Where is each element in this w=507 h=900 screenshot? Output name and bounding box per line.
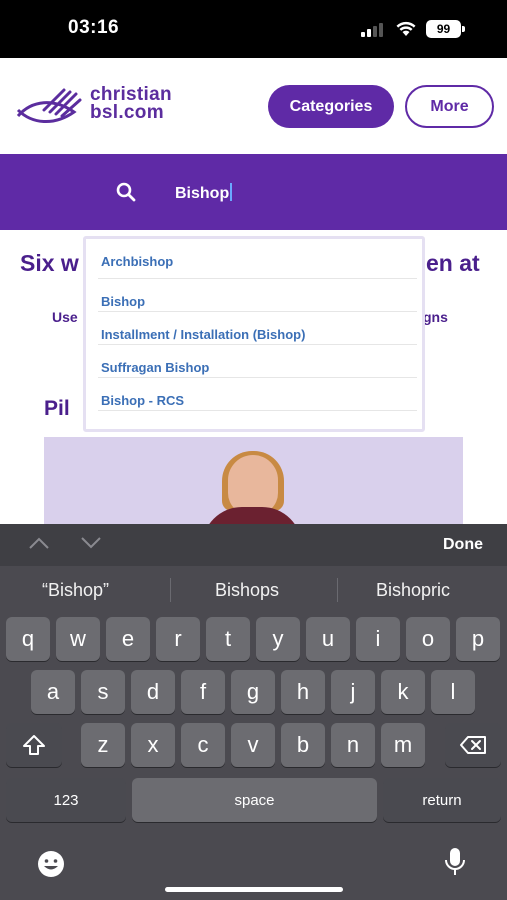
predictive-text-bar: “Bishop” Bishops Bishopric <box>0 566 507 616</box>
section-heading-fragment: Pil <box>44 397 70 420</box>
key[interactable]: a <box>31 670 75 714</box>
signer-face <box>228 455 278 515</box>
prediction-item[interactable]: Bishopric <box>376 580 450 601</box>
page-subtitle-fragment-end: gns <box>423 309 448 325</box>
key[interactable]: j <box>331 670 375 714</box>
key[interactable]: y <box>256 617 300 661</box>
sign-video-thumbnail[interactable] <box>44 437 463 537</box>
battery-tip <box>462 26 465 32</box>
key[interactable]: r <box>156 617 200 661</box>
logo-text-line2: bsl.com <box>90 102 164 123</box>
more-button[interactable]: More <box>405 85 494 128</box>
suggestion-item[interactable]: Bishop <box>98 279 417 312</box>
shift-arrow-icon <box>23 735 45 755</box>
home-indicator[interactable] <box>165 887 343 892</box>
suggestion-item[interactable]: Archbishop <box>98 239 417 279</box>
return-key[interactable]: return <box>383 778 501 822</box>
key[interactable]: m <box>381 723 425 767</box>
microphone-icon[interactable] <box>444 846 466 878</box>
chevron-down-icon[interactable] <box>80 536 102 550</box>
emoji-icon[interactable] <box>36 849 66 879</box>
key[interactable]: c <box>181 723 225 767</box>
prediction-divider <box>170 578 171 602</box>
key[interactable]: o <box>406 617 450 661</box>
site-logo[interactable]: christian bsl.com <box>14 85 184 130</box>
suggestion-item[interactable]: Suffragan Bishop <box>98 345 417 378</box>
search-input-text: Bishop <box>175 185 230 202</box>
key[interactable]: n <box>331 723 375 767</box>
key[interactable]: d <box>131 670 175 714</box>
wifi-icon <box>396 21 416 36</box>
numbers-key[interactable]: 123 <box>6 778 126 822</box>
onscreen-keyboard: Done “Bishop” Bishops Bishopric q w e r … <box>0 524 507 900</box>
cellular-signal-icon <box>361 23 387 37</box>
suggestion-item[interactable]: Installment / Installation (Bishop) <box>98 312 417 345</box>
key[interactable]: g <box>231 670 275 714</box>
key[interactable]: e <box>106 617 150 661</box>
shift-key[interactable] <box>6 723 62 767</box>
page-subtitle-fragment: Use <box>52 309 78 325</box>
key[interactable]: t <box>206 617 250 661</box>
page-title-fragment-end: en at <box>426 250 480 276</box>
search-input[interactable]: Bishop <box>175 183 233 203</box>
key[interactable]: w <box>56 617 100 661</box>
status-bar: 03:16 99 <box>0 0 507 58</box>
search-bar: Bishop <box>0 154 507 230</box>
key[interactable]: z <box>81 723 125 767</box>
key[interactable]: s <box>81 670 125 714</box>
key[interactable]: h <box>281 670 325 714</box>
space-key[interactable]: space <box>132 778 377 822</box>
categories-button[interactable]: Categories <box>268 85 394 128</box>
key[interactable]: v <box>231 723 275 767</box>
done-button[interactable]: Done <box>443 536 483 554</box>
backspace-icon <box>460 736 486 754</box>
keyboard-toolbar: Done <box>0 524 507 566</box>
page-title-fragment: Six w <box>20 250 79 276</box>
key[interactable]: u <box>306 617 350 661</box>
key[interactable]: l <box>431 670 475 714</box>
battery-level: 99 <box>426 20 461 38</box>
search-icon[interactable] <box>116 182 136 202</box>
site-header: christian bsl.com Categories More <box>0 58 507 154</box>
suggestion-item[interactable]: Bishop - RCS <box>98 378 417 411</box>
status-time: 03:16 <box>68 17 120 38</box>
key[interactable]: p <box>456 617 500 661</box>
key[interactable]: i <box>356 617 400 661</box>
fish-hands-logo-icon <box>16 88 82 124</box>
key[interactable]: x <box>131 723 175 767</box>
chevron-up-icon[interactable] <box>28 536 50 550</box>
search-suggestions-dropdown: Archbishop Bishop Installment / Installa… <box>83 236 425 432</box>
key[interactable]: k <box>381 670 425 714</box>
prediction-item[interactable]: Bishops <box>215 580 279 601</box>
key[interactable]: b <box>281 723 325 767</box>
backspace-key[interactable] <box>445 723 501 767</box>
prediction-divider <box>337 578 338 602</box>
key[interactable]: f <box>181 670 225 714</box>
text-caret <box>230 183 233 201</box>
key[interactable]: q <box>6 617 50 661</box>
prediction-item[interactable]: “Bishop” <box>42 580 109 601</box>
